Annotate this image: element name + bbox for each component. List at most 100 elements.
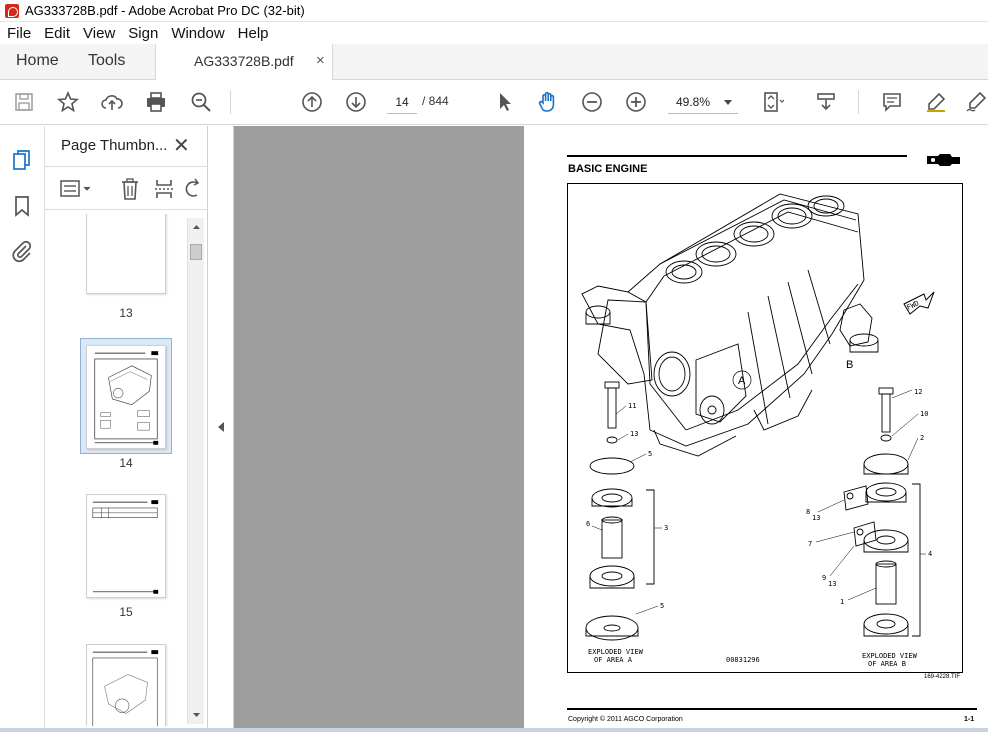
menu-window[interactable]: Window [164, 25, 230, 42]
chevron-left-icon [218, 422, 224, 432]
rotate-page-icon[interactable] [185, 177, 201, 201]
thumbnail-list: 13 14 15 [49, 214, 189, 726]
callout-9: 9 [822, 574, 826, 582]
page-total: / 844 [422, 94, 449, 108]
bookmark-star-icon[interactable] [54, 88, 82, 116]
callout-10: 10 [920, 410, 928, 418]
fit-page-icon[interactable] [758, 88, 786, 116]
highlight-pen-icon[interactable] [922, 88, 950, 116]
figure-reference: 169-4228.TIF [924, 674, 961, 680]
page-thumbnails-icon[interactable] [10, 148, 34, 172]
engine-section-icon [927, 154, 960, 166]
callout-1: 1 [840, 598, 844, 606]
callout-12: 12 [914, 388, 922, 396]
zoom-out-icon[interactable] [578, 88, 606, 116]
tab-document-label: AG333728B.pdf [194, 53, 294, 69]
chevron-down-icon [724, 100, 732, 105]
tab-bar: Home Tools AG333728B.pdf × [0, 44, 988, 81]
insert-page-icon[interactable] [153, 177, 175, 201]
upload-cloud-icon[interactable] [98, 88, 126, 116]
toolbar-divider [858, 90, 859, 114]
thumbnail-page-13[interactable] [86, 214, 166, 294]
tab-home[interactable]: Home [16, 52, 59, 70]
callout-6: 6 [586, 520, 590, 528]
callout-7: 7 [808, 540, 812, 548]
zoom-level-dropdown[interactable]: 49.8% [668, 90, 738, 114]
callout-8: 8 [806, 508, 810, 516]
toolbar-divider [230, 90, 231, 114]
select-cursor-icon[interactable] [490, 88, 518, 116]
thumbnail-scrollbar[interactable] [187, 218, 204, 724]
thumbnail-label: 15 [119, 605, 133, 619]
footer-rule [567, 708, 977, 710]
caption-a-line1: EXPLODED VIEW [588, 648, 644, 656]
zoom-in-icon[interactable] [622, 88, 650, 116]
panel-close-icon[interactable]: ✕ [173, 133, 190, 158]
options-menu-icon[interactable] [59, 178, 93, 200]
page-number-input[interactable]: 14 [387, 90, 417, 114]
menu-sign[interactable]: Sign [121, 25, 164, 42]
callout-4: 4 [928, 550, 932, 558]
navigation-rail [0, 126, 45, 732]
sign-icon[interactable] [962, 88, 988, 116]
save-icon[interactable] [10, 88, 38, 116]
callout-5b: 5 [660, 602, 664, 610]
page-number-footer: 1-1 [964, 716, 975, 723]
panel-title: Page Thumbn... [61, 137, 168, 154]
attachments-icon[interactable] [10, 239, 34, 263]
scrollbar-thumb[interactable] [190, 244, 202, 260]
print-icon[interactable] [142, 88, 170, 116]
engine-mount-diagram: FWD A B 11 13 5 6 3 5 EXPLODED VIEW OF A… [581, 193, 935, 668]
tab-document[interactable]: AG333728B.pdf × [155, 44, 333, 81]
thumbnail-page-15[interactable] [86, 494, 166, 598]
caption-a-line2: OF AREA A [594, 656, 633, 664]
menu-file[interactable]: File [0, 25, 37, 42]
callout-2: 2 [920, 434, 924, 442]
delete-page-icon[interactable] [119, 177, 141, 201]
zoom-search-icon[interactable] [187, 88, 215, 116]
next-page-icon[interactable] [342, 88, 370, 116]
thumbnail-label: 13 [119, 306, 133, 320]
thumbnail-label: 14 [119, 456, 133, 470]
acrobat-app-icon [5, 3, 19, 18]
page-thumbnails-panel: Page Thumbn... ✕ 13 14 15 [45, 126, 208, 732]
scroll-mode-icon[interactable] [812, 88, 840, 116]
comment-icon[interactable] [878, 88, 906, 116]
title-bar: AG333728B.pdf - Adobe Acrobat Pro DC (32… [0, 0, 988, 22]
panel-toolbar [45, 166, 208, 210]
header-rule [567, 155, 907, 157]
copyright-text: Copyright © 2011 AGCO Corporation [568, 716, 683, 723]
callout-11: 11 [628, 402, 636, 410]
tab-close-icon[interactable]: × [316, 52, 325, 69]
menu-help[interactable]: Help [231, 25, 275, 42]
document-viewport[interactable]: BASIC ENGINE FWD A B 11 13 5 6 3 5 EXPLO… [234, 126, 988, 732]
caption-b-line2: OF AREA B [868, 660, 906, 668]
thumbnail-page-16[interactable] [86, 644, 166, 726]
scroll-up-icon [193, 225, 200, 229]
zoom-level-value: 49.8% [676, 95, 711, 109]
bookmarks-icon[interactable] [10, 194, 34, 218]
thumbnail-page-14[interactable] [86, 345, 166, 449]
area-a-callout: A [738, 375, 746, 387]
figure-part-number: 00831296 [726, 656, 760, 664]
engine-figure: FWD A B 11 13 5 6 3 5 EXPLODED VIEW OF A… [567, 183, 963, 673]
pdf-page: BASIC ENGINE FWD A B 11 13 5 6 3 5 EXPLO… [524, 126, 988, 732]
section-title: BASIC ENGINE [568, 163, 648, 175]
callout-5: 5 [648, 450, 652, 458]
menu-view[interactable]: View [76, 25, 121, 42]
panel-collapse-handle[interactable] [208, 126, 234, 732]
callout-13b: 13 [812, 514, 820, 522]
os-taskbar-edge [0, 728, 988, 732]
caption-b-line1: EXPLODED VIEW [862, 652, 918, 660]
callout-13: 13 [630, 430, 638, 438]
tab-tools[interactable]: Tools [88, 52, 125, 70]
callout-3: 3 [664, 524, 668, 532]
previous-page-icon[interactable] [298, 88, 326, 116]
area-b-callout: B [846, 359, 853, 371]
hand-tool-icon[interactable] [534, 88, 562, 116]
menu-edit[interactable]: Edit [37, 25, 76, 42]
callout-13c: 13 [828, 580, 836, 588]
menu-bar: File Edit View Sign Window Help [0, 22, 988, 44]
scroll-down-icon [193, 713, 200, 717]
window-title: AG333728B.pdf - Adobe Acrobat Pro DC (32… [25, 3, 305, 18]
